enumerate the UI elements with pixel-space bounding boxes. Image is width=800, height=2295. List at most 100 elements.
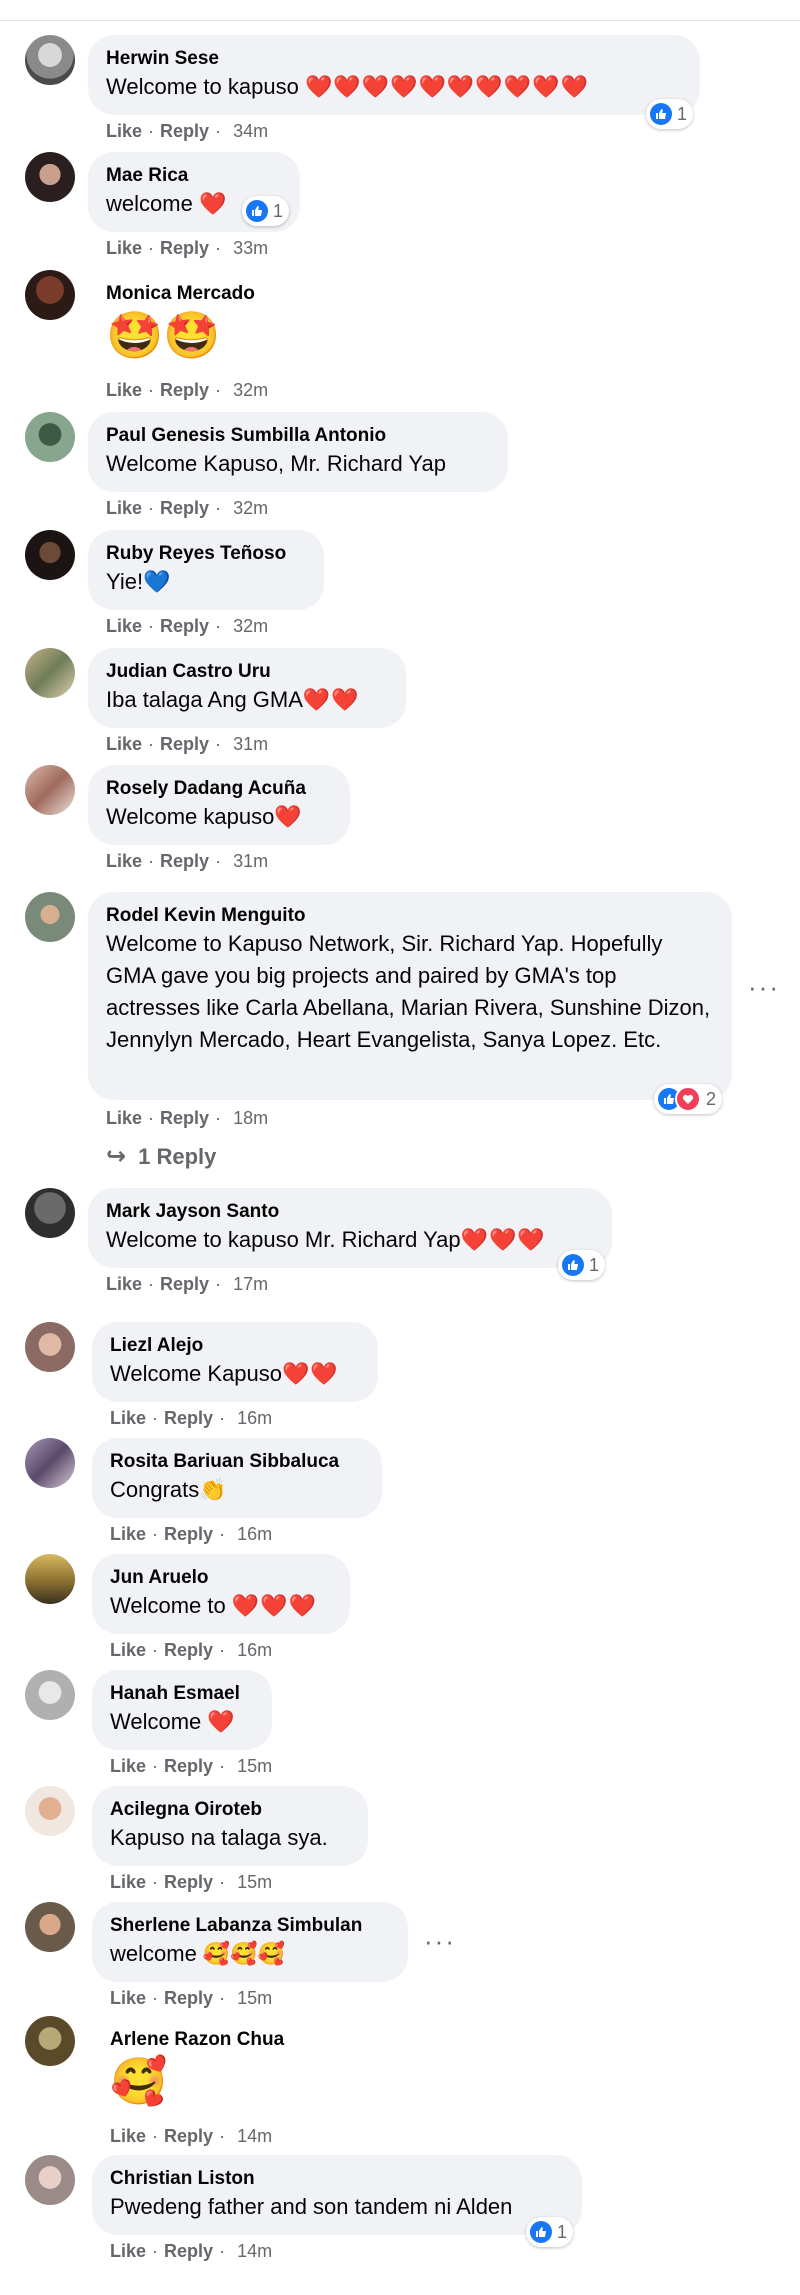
comment-time[interactable]: 15m (231, 1988, 272, 2008)
comment-time[interactable]: 14m (231, 2241, 272, 2261)
comment-time[interactable]: 34m (227, 121, 268, 141)
comment-text: Welcome kapuso (106, 804, 275, 829)
avatar[interactable] (25, 2016, 75, 2066)
reply-button[interactable]: Reply (160, 851, 209, 871)
comment-time[interactable]: 33m (227, 238, 268, 258)
comment-actions: Like · Reply · 32m (106, 498, 269, 518)
reply-button[interactable]: Reply (160, 380, 209, 400)
reply-button[interactable]: Reply (164, 1524, 213, 1544)
comment-text: Iba talaga Ang GMA (106, 687, 303, 712)
avatar[interactable] (25, 765, 75, 815)
comment-time[interactable]: 15m (231, 1756, 272, 1776)
comment-author[interactable]: Hanah Esmael (110, 1682, 254, 1706)
comment-time[interactable]: 16m (231, 1524, 272, 1544)
reply-button[interactable]: Reply (164, 1988, 213, 2008)
more-options-button[interactable]: ··· (424, 1926, 456, 1957)
reaction-count[interactable]: 1 (646, 99, 694, 129)
reply-button[interactable]: Reply (160, 121, 209, 141)
avatar[interactable] (25, 412, 75, 462)
reaction-count[interactable]: 2 (654, 1084, 723, 1114)
like-button[interactable]: Like (106, 498, 142, 518)
comment-time[interactable]: 32m (227, 616, 268, 636)
comment-time[interactable]: 32m (227, 498, 268, 518)
avatar[interactable] (25, 530, 75, 580)
comment-time[interactable]: 16m (231, 1640, 272, 1660)
like-button[interactable]: Like (110, 1640, 146, 1660)
reaction-count[interactable]: 1 (242, 196, 290, 226)
avatar[interactable] (25, 1438, 75, 1488)
like-button[interactable]: Like (106, 1108, 142, 1128)
reply-button[interactable]: Reply (164, 1872, 213, 1892)
comment-time[interactable]: 16m (231, 1408, 272, 1428)
comment-author[interactable]: Jun Aruelo (110, 1566, 332, 1590)
comment-actions: Like · Reply · 16m (110, 1524, 273, 1544)
like-button[interactable]: Like (110, 1524, 146, 1544)
like-button[interactable]: Like (110, 2241, 146, 2261)
reply-button[interactable]: Reply (160, 498, 209, 518)
comment-author[interactable]: Christian Liston (110, 2167, 564, 2191)
comment-author[interactable]: Arlene Razon Chua (110, 2028, 304, 2052)
like-button[interactable]: Like (110, 2126, 146, 2146)
reply-button[interactable]: Reply (160, 1108, 209, 1128)
comment-time[interactable]: 18m (227, 1108, 268, 1128)
comment-author[interactable]: Ruby Reyes Teñoso (106, 542, 306, 566)
reaction-count[interactable]: 1 (526, 2217, 574, 2247)
avatar[interactable] (25, 648, 75, 698)
reply-button[interactable]: Reply (160, 734, 209, 754)
comment-author[interactable]: Rosita Bariuan Sibbaluca (110, 1450, 364, 1474)
comment-author[interactable]: Acilegna Oiroteb (110, 1798, 350, 1822)
avatar[interactable] (25, 1670, 75, 1720)
reply-button[interactable]: Reply (160, 1274, 209, 1294)
avatar[interactable] (25, 1786, 75, 1836)
comment-time[interactable]: 14m (231, 2126, 272, 2146)
comment-time[interactable]: 17m (227, 1274, 268, 1294)
comment-time[interactable]: 32m (227, 380, 268, 400)
like-button[interactable]: Like (110, 1756, 146, 1776)
comment-author[interactable]: Herwin Sese (106, 47, 682, 71)
reaction-count[interactable]: 1 (558, 1250, 606, 1280)
reply-button[interactable]: Reply (164, 1640, 213, 1660)
like-button[interactable]: Like (106, 121, 142, 141)
comment-time[interactable]: 31m (227, 851, 268, 871)
reply-button[interactable]: Reply (164, 1756, 213, 1776)
comment-time[interactable]: 15m (231, 1872, 272, 1892)
avatar[interactable] (25, 892, 75, 942)
reply-button[interactable]: Reply (164, 1408, 213, 1428)
reply-button[interactable]: Reply (164, 2241, 213, 2261)
comment-bubble: Acilegna Oiroteb Kapuso na talaga sya. (92, 1786, 368, 1866)
like-button[interactable]: Like (106, 734, 142, 754)
comment-author[interactable]: Monica Mercado (106, 282, 256, 306)
like-button[interactable]: Like (106, 380, 142, 400)
like-button[interactable]: Like (106, 616, 142, 636)
comment-author[interactable]: Liezl Alejo (110, 1334, 360, 1358)
avatar[interactable] (25, 1188, 75, 1238)
comment-author[interactable]: Rodel Kevin Menguito (106, 904, 714, 928)
like-button[interactable]: Like (110, 1872, 146, 1892)
like-button[interactable]: Like (106, 238, 142, 258)
comment-author[interactable]: Paul Genesis Sumbilla Antonio (106, 424, 490, 448)
avatar[interactable] (25, 270, 75, 320)
avatar[interactable] (25, 1554, 75, 1604)
like-button[interactable]: Like (106, 1274, 142, 1294)
reply-button[interactable]: Reply (160, 238, 209, 258)
avatar[interactable] (25, 2155, 75, 2205)
like-button[interactable]: Like (106, 851, 142, 871)
more-options-button[interactable]: ··· (748, 972, 780, 1003)
view-replies-link[interactable]: ↪ 1 Reply (106, 1142, 216, 1171)
avatar[interactable] (25, 35, 75, 85)
comment-author[interactable]: Mark Jayson Santo (106, 1200, 594, 1224)
comment-text: Welcome to (110, 1593, 232, 1618)
reply-button[interactable]: Reply (160, 616, 209, 636)
comment-author[interactable]: Rosely Dadang Acuña (106, 777, 332, 801)
comment-author[interactable]: Sherlene Labanza Simbulan (110, 1914, 390, 1938)
comment-author[interactable]: Judian Castro Uru (106, 660, 388, 684)
comment-author[interactable]: Mae Rica (106, 164, 282, 188)
like-button[interactable]: Like (110, 1408, 146, 1428)
like-reaction-icon (246, 200, 268, 222)
like-button[interactable]: Like (110, 1988, 146, 2008)
comment-time[interactable]: 31m (227, 734, 268, 754)
avatar[interactable] (25, 152, 75, 202)
avatar[interactable] (25, 1902, 75, 1952)
avatar[interactable] (25, 1322, 75, 1372)
reply-button[interactable]: Reply (164, 2126, 213, 2146)
